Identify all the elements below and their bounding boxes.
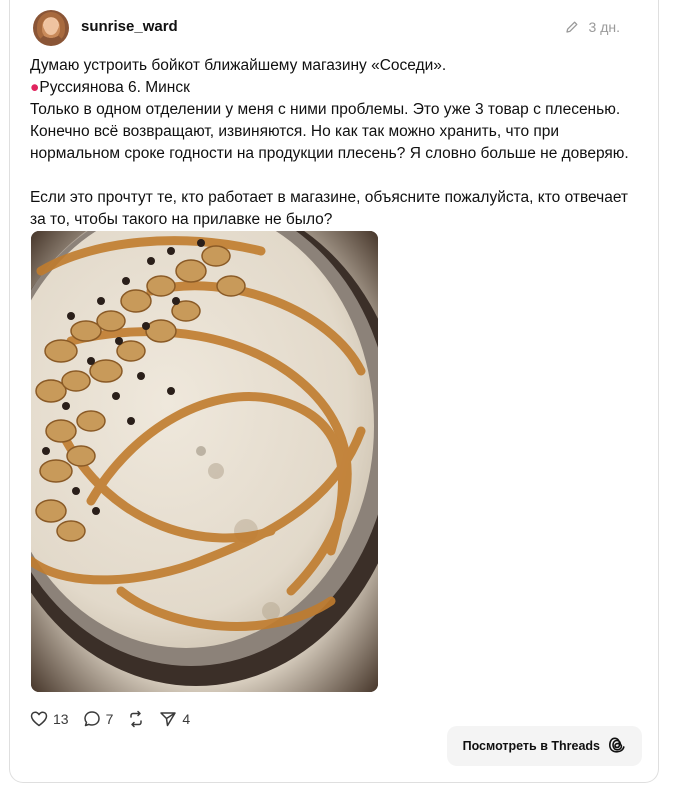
like-button[interactable]: 13: [30, 710, 69, 728]
send-icon: [159, 710, 177, 728]
post-line-6: Если это прочтут те, кто работает в мага…: [30, 189, 633, 228]
avatar[interactable]: [33, 10, 69, 46]
like-count: 13: [53, 711, 69, 727]
threads-logo-icon: [608, 736, 626, 757]
post-line-blank: [30, 165, 635, 187]
username[interactable]: sunrise_ward: [81, 18, 178, 35]
comment-icon: [83, 710, 101, 728]
heart-icon: [30, 710, 48, 728]
post-line-4: Конечно всё возвращают, извиняются. Но к…: [30, 123, 629, 162]
edit-pencil-icon: [565, 20, 579, 34]
comment-count: 7: [105, 711, 114, 727]
post-line-1: Думаю устроить бойкот ближайшему магазин…: [30, 57, 447, 74]
post-body: Думаю устроить бойкот ближайшему магазин…: [30, 55, 635, 231]
post-time: 3 дн.: [588, 19, 620, 35]
location-text: Руссиянова 6. Минск: [39, 79, 190, 96]
post-line-3: Только в одном отделении у меня с ними п…: [30, 101, 621, 118]
post-photo[interactable]: [31, 231, 378, 692]
cake-photo-image: [31, 231, 378, 692]
post-meta: 3 дн.: [565, 19, 620, 35]
repost-button[interactable]: [127, 710, 145, 728]
post-header: sunrise_ward 3 дн.: [30, 10, 634, 50]
post-card: sunrise_ward 3 дн. Думаю устроить бойкот…: [9, 0, 659, 783]
view-in-threads-label: Посмотреть в Threads: [462, 739, 600, 753]
share-button[interactable]: 4: [159, 710, 190, 728]
repost-icon: [127, 710, 145, 728]
pin-icon: ●: [30, 79, 40, 96]
view-in-threads-button[interactable]: Посмотреть в Threads: [446, 726, 642, 766]
share-count: 4: [182, 711, 191, 727]
comment-button[interactable]: 7: [83, 710, 114, 728]
post-actions: 13 7 4: [30, 710, 190, 728]
post-line-location: ●Руссиянова 6. Минск: [30, 77, 635, 99]
